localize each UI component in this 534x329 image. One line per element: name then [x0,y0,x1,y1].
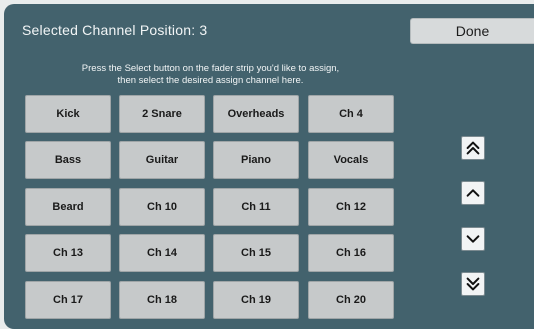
page-down-button[interactable] [461,272,485,296]
scroll-down-button[interactable] [461,227,485,251]
channel-button[interactable]: Bass [25,141,111,179]
channel-button[interactable]: Piano [213,141,299,179]
channel-button[interactable]: Beard [25,188,111,226]
channel-button[interactable]: Ch 16 [308,234,394,272]
chevron-down-icon [464,230,482,248]
instructions-line-2: then select the desired assign channel h… [117,75,304,86]
channel-button[interactable]: Ch 12 [308,188,394,226]
channel-button[interactable]: Ch 19 [213,281,299,319]
channel-button[interactable]: Ch 20 [308,281,394,319]
channel-button[interactable]: Ch 4 [308,95,394,133]
channel-button[interactable]: Kick [25,95,111,133]
page-up-button[interactable] [461,136,485,160]
page-title: Selected Channel Position: 3 [22,22,208,38]
instructions-line-1: Press the Select button on the fader str… [81,63,340,74]
channel-button[interactable]: Ch 15 [213,234,299,272]
channel-button[interactable]: Vocals [308,141,394,179]
channel-button[interactable]: Ch 13 [25,234,111,272]
channel-button[interactable]: Guitar [119,141,205,179]
channel-button[interactable]: Ch 18 [119,281,205,319]
double-chevron-up-icon [464,139,482,157]
double-chevron-down-icon [464,275,482,293]
channel-button[interactable]: Ch 17 [25,281,111,319]
instructions-text: Press the Select button on the fader str… [22,63,399,87]
channel-button[interactable]: Ch 10 [119,188,205,226]
channel-button[interactable]: 2 Snare [119,95,205,133]
chevron-up-icon [464,184,482,202]
channel-button[interactable]: Overheads [213,95,299,133]
done-button[interactable]: Done [410,18,534,44]
channel-button[interactable]: Ch 11 [213,188,299,226]
scroll-up-button[interactable] [461,181,485,205]
channel-button[interactable]: Ch 14 [119,234,205,272]
